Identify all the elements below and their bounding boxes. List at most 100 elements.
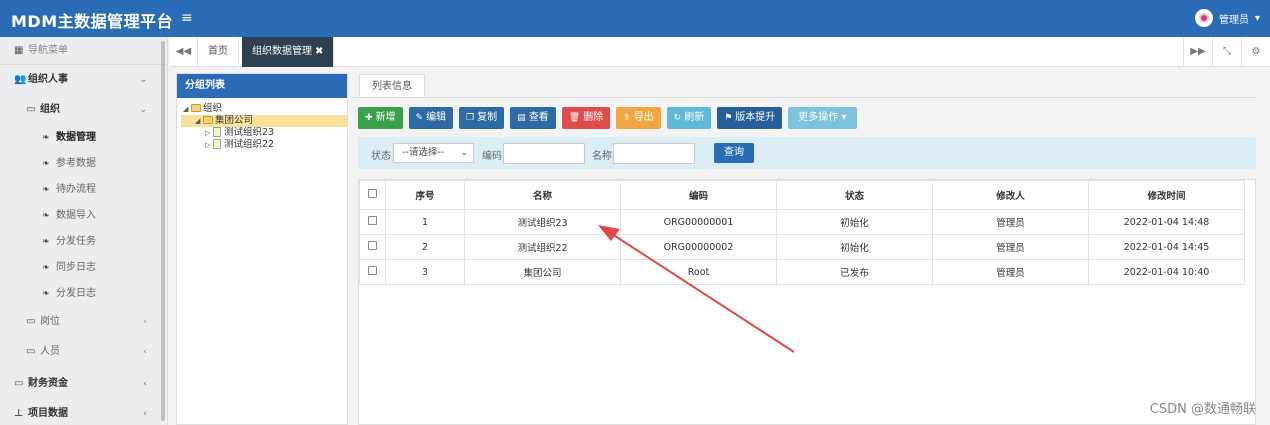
hamburger-menu-icon[interactable]: ≡ bbox=[181, 10, 193, 26]
name-input[interactable] bbox=[613, 143, 695, 164]
tree-node-company[interactable]: ◢ 集团公司 bbox=[181, 115, 347, 127]
refresh-icon: ↻ bbox=[673, 113, 682, 123]
col-header[interactable]: 修改时间 bbox=[1088, 180, 1245, 210]
chevron-down-icon: ⌄ bbox=[139, 105, 147, 115]
sidebar-group-org-hr[interactable]: 👥 组织人事 ⌄ bbox=[0, 65, 167, 95]
name-label: 名称 bbox=[592, 151, 612, 162]
gear-icon[interactable]: ⚙ bbox=[1241, 37, 1270, 67]
cell: 2022-01-04 14:45 bbox=[1088, 234, 1245, 260]
collapse-triangle-icon[interactable]: ▷ bbox=[205, 127, 213, 139]
tree-node-child[interactable]: ▷ 测试组织22 bbox=[183, 139, 347, 151]
edit-button[interactable]: ✎ 编辑 bbox=[408, 107, 454, 129]
sidebar-item-org[interactable]: ▭ 组织 ⌄ bbox=[0, 95, 167, 125]
chevron-down-icon: ⌄ bbox=[460, 148, 468, 158]
caret-down-icon: ▾ bbox=[838, 112, 847, 123]
chevron-left-icon: ‹ bbox=[143, 317, 147, 327]
delete-button[interactable]: 🗑 删除 bbox=[561, 107, 611, 129]
add-button[interactable]: ✚ 新增 bbox=[358, 107, 403, 129]
sidebar-item-reference-data[interactable]: ❧ 参考数据 bbox=[0, 151, 167, 177]
sidebar-group-finance[interactable]: ▭ 财务资金 ‹ bbox=[0, 369, 167, 399]
file-icon bbox=[213, 127, 221, 137]
table-row[interactable]: 1 测试组织23 ORG00000001 初始化 管理员 2022-01-04 … bbox=[359, 209, 1245, 235]
sidebar: ▦ 导航菜单 👥 组织人事 ⌄ ▭ 组织 ⌄ ❧ 数据管理 ❧ 参考数据 ❧ 待办流程 ❧ 数… bbox=[0, 37, 168, 425]
sidebar-item-sync-log[interactable]: ❧ 同步日志 bbox=[0, 255, 167, 281]
cell: ORG00000001 bbox=[620, 209, 777, 235]
col-header[interactable]: 名称 bbox=[464, 180, 621, 210]
row-checkbox[interactable] bbox=[368, 216, 377, 225]
row-checkbox[interactable] bbox=[368, 266, 377, 275]
cell: 测试组织23 bbox=[464, 209, 621, 235]
scroll-left-icon[interactable]: ◀◀ bbox=[170, 37, 198, 67]
cell: 已发布 bbox=[776, 259, 933, 285]
tab-list-info[interactable]: 列表信息 bbox=[359, 74, 425, 98]
cell: 2 bbox=[385, 234, 465, 260]
col-header[interactable]: 序号 bbox=[385, 180, 465, 210]
tab-home[interactable]: 首页 bbox=[198, 37, 239, 67]
cell: 初始化 bbox=[776, 234, 933, 260]
table-row[interactable]: 3 集团公司 Root 已发布 管理员 2022-01-04 10:40 bbox=[359, 259, 1245, 285]
plus-icon: ✚ bbox=[365, 113, 373, 123]
collapse-triangle-icon[interactable]: ▷ bbox=[205, 139, 213, 151]
app-title: MDM主数据管理平台 bbox=[11, 12, 174, 31]
tree-title: 分组列表 bbox=[177, 74, 347, 98]
trash-icon: 🗑 bbox=[568, 113, 581, 123]
cell: 集团公司 bbox=[464, 259, 621, 285]
tree-node-root[interactable]: ◢ 组织 bbox=[183, 103, 347, 115]
caret-down-icon[interactable]: ▾ bbox=[1255, 13, 1260, 24]
tab-bar: ◀◀ 首页 组织数据管理 ✖ ▶▶ ⤡ ⚙ bbox=[170, 37, 1270, 67]
main-panel: 列表信息 ✚ 新增 ✎ 编辑 ❐ 复制 ▤ 查看 🗑 删除 ⇪ 导出 ↻ 刷新 ⚑ 版本提升 更… bbox=[351, 67, 1270, 425]
status-select[interactable]: --请选择-- ⌄ bbox=[393, 143, 474, 163]
table-row[interactable]: 2 测试组织22 ORG00000002 初始化 管理员 2022-01-04 … bbox=[359, 234, 1245, 260]
sidebar-group-project[interactable]: ⊥ 项目数据 ‹ bbox=[0, 399, 167, 425]
sidebar-header: ▦ 导航菜单 bbox=[0, 37, 167, 65]
refresh-button[interactable]: ↻ 刷新 bbox=[666, 107, 712, 129]
leaf-icon: ❧ bbox=[42, 185, 50, 195]
cell: 初始化 bbox=[776, 209, 933, 235]
export-button[interactable]: ⇪ 导出 bbox=[616, 107, 661, 129]
sidebar-item-data-import[interactable]: ❧ 数据导入 bbox=[0, 203, 167, 229]
folder-open-icon bbox=[191, 104, 201, 112]
select-all-checkbox[interactable] bbox=[368, 189, 377, 198]
chevron-down-icon: ⌄ bbox=[139, 75, 147, 85]
more-actions-button[interactable]: 更多操作 ▾ bbox=[788, 107, 857, 129]
sidebar-item-position[interactable]: ▭ 岗位 ‹ bbox=[0, 307, 167, 337]
cell: Root bbox=[620, 259, 777, 285]
table-icon: ▤ bbox=[517, 113, 526, 123]
avatar[interactable] bbox=[1194, 9, 1213, 27]
sidebar-item-personnel[interactable]: ▭ 人员 ‹ bbox=[0, 337, 167, 367]
row-checkbox[interactable] bbox=[368, 241, 377, 250]
leaf-icon: ❧ bbox=[42, 263, 50, 273]
sidebar-item-dispatch-log[interactable]: ❧ 分发日志 bbox=[0, 281, 167, 307]
user-name[interactable]: 管理员 bbox=[1219, 11, 1249, 26]
toolbar: ✚ 新增 ✎ 编辑 ❐ 复制 ▤ 查看 🗑 删除 ⇪ 导出 ↻ 刷新 ⚑ 版本提升 更多操作 ▾ bbox=[358, 107, 857, 129]
credit-card-icon: ▭ bbox=[14, 378, 24, 389]
sidebar-item-pending-flow[interactable]: ❧ 待办流程 bbox=[0, 177, 167, 203]
col-header[interactable]: 修改人 bbox=[932, 180, 1089, 210]
sitemap-icon: ⊥ bbox=[14, 408, 24, 419]
scroll-right-icon[interactable]: ▶▶ bbox=[1183, 37, 1212, 67]
code-label: 编码 bbox=[482, 151, 502, 162]
user-menu[interactable]: 管理员 ▾ bbox=[1194, 9, 1260, 27]
version-upgrade-button[interactable]: ⚑ 版本提升 bbox=[717, 107, 783, 129]
sidebar-item-dispatch-task[interactable]: ❧ 分发任务 bbox=[0, 229, 167, 255]
tab-org-data-management[interactable]: 组织数据管理 ✖ bbox=[242, 37, 335, 67]
export-icon: ⇪ bbox=[623, 113, 631, 123]
fullscreen-icon[interactable]: ⤡ bbox=[1212, 37, 1241, 67]
cell: 2022-01-04 10:40 bbox=[1088, 259, 1245, 285]
grid-icon: ▦ bbox=[14, 45, 24, 56]
chevron-left-icon: ‹ bbox=[143, 347, 147, 357]
expand-triangle-icon[interactable]: ◢ bbox=[195, 115, 203, 127]
col-header[interactable]: 状态 bbox=[776, 180, 933, 210]
data-grid: 序号 名称 编码 状态 修改人 修改时间 1 测试组织23 ORG0000000… bbox=[358, 179, 1256, 425]
query-button[interactable]: 查询 bbox=[714, 143, 754, 163]
users-icon: 👥 bbox=[14, 74, 27, 85]
close-icon[interactable]: ✖ bbox=[315, 46, 323, 57]
tree-node-child[interactable]: ▷ 测试组织23 bbox=[183, 127, 347, 139]
copy-button[interactable]: ❐ 复制 bbox=[459, 107, 505, 129]
code-input[interactable] bbox=[503, 143, 585, 164]
sidebar-item-data-management[interactable]: ❧ 数据管理 bbox=[0, 125, 167, 151]
view-button[interactable]: ▤ 查看 bbox=[510, 107, 556, 129]
expand-triangle-icon[interactable]: ◢ bbox=[183, 103, 191, 115]
cell: 管理员 bbox=[932, 234, 1089, 260]
col-header[interactable]: 编码 bbox=[620, 180, 777, 210]
